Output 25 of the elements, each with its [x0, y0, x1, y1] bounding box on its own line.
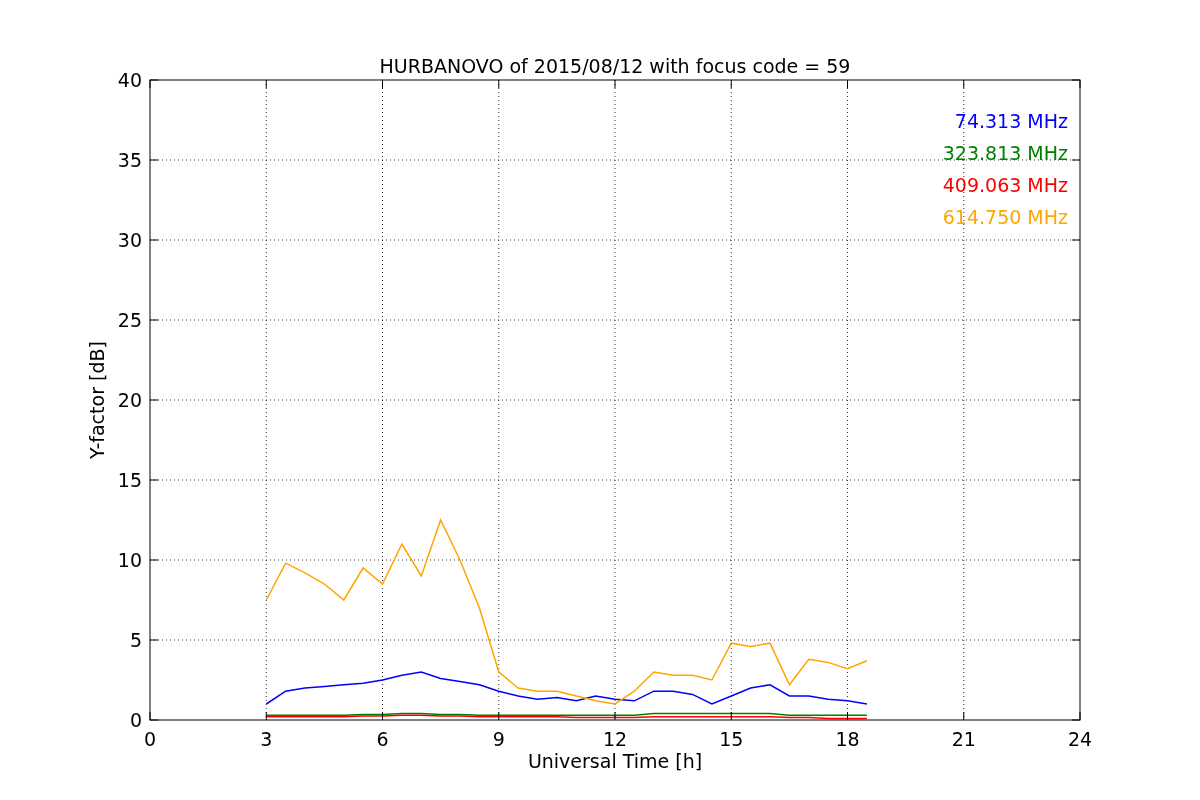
x-axis-label: Universal Time [h] — [527, 750, 703, 772]
y-tick-label: 30 — [117, 229, 142, 251]
legend-label: 74.313 MHz — [954, 110, 1068, 132]
y-tick-label: 25 — [117, 309, 142, 331]
y-tick-label: 5 — [129, 629, 142, 651]
y-axis-label: Y-factor [dB] — [86, 341, 108, 459]
x-tick-label: 15 — [719, 728, 744, 750]
x-tick-label: 0 — [143, 728, 157, 750]
legend-label: 323.813 MHz — [942, 142, 1068, 164]
y-tick-label: 35 — [117, 149, 142, 171]
x-tick-label: 3 — [260, 728, 273, 750]
x-tick-label: 18 — [835, 728, 860, 750]
x-tick-label: 21 — [951, 728, 976, 750]
y-tick-label: 15 — [117, 469, 142, 491]
chart-title: HURBANOVO of 2015/08/12 with focus code = 59 — [379, 55, 851, 77]
y-tick-label: 20 — [117, 389, 142, 411]
x-tick-label: 9 — [492, 728, 505, 750]
x-tick-label: 6 — [376, 728, 389, 750]
y-tick-label: 10 — [117, 549, 142, 571]
x-tick-label: 12 — [602, 728, 628, 750]
legend-label: 614.750 MHz — [942, 206, 1068, 228]
legend-label: 409.063 MHz — [942, 174, 1068, 196]
y-tick-label: 40 — [117, 69, 142, 91]
y-tick-label: 0 — [129, 709, 142, 731]
x-tick-label: 24 — [1067, 728, 1093, 750]
